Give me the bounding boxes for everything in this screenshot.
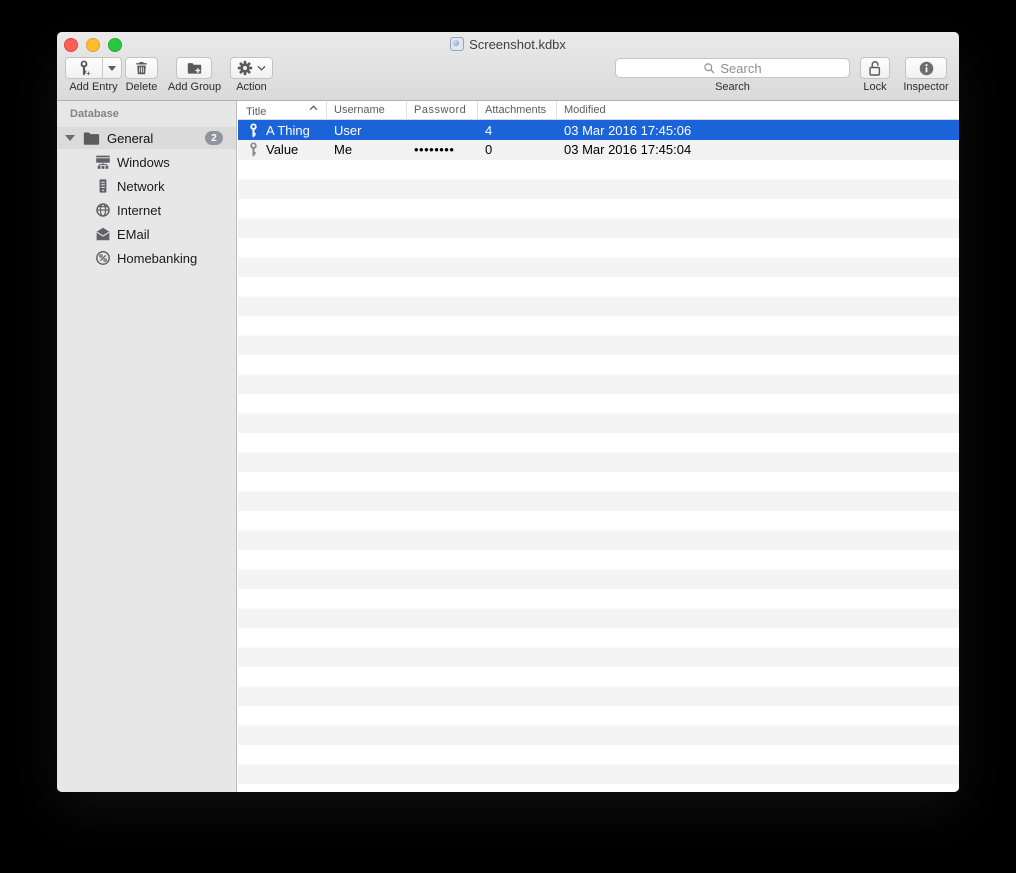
sidebar-group-label: General [107, 130, 154, 146]
search-label: Search [715, 81, 750, 93]
column-header-modified[interactable]: Modified [557, 101, 959, 119]
unlocked-padlock-icon [869, 60, 881, 76]
inspector-label: Inspector [903, 81, 949, 93]
entry-attachments: 0 [485, 142, 493, 158]
table-header: Title Username Password Attachments Modi… [238, 101, 959, 120]
sidebar-item-label: Homebanking [117, 250, 198, 266]
delete-label: Delete [125, 81, 158, 93]
trash-icon [136, 62, 147, 75]
entry-username: User [334, 122, 362, 138]
action-label: Action [236, 81, 267, 93]
column-header-title[interactable]: Title [238, 101, 327, 119]
entry-password: •••••••• [414, 142, 455, 158]
entry-table: Title Username Password Attachments Modi… [238, 101, 959, 792]
sidebar-item-label: EMail [117, 226, 150, 242]
key-plus-icon [66, 60, 102, 76]
entry-modified: 03 Mar 2016 17:45:06 [564, 122, 692, 138]
table-row-selected[interactable]: A Thing User 4 03 Mar 2016 17:45:06 [238, 120, 959, 140]
sidebar-item-label: Windows [117, 154, 170, 170]
empty-row-stripes [238, 159, 959, 792]
window-chrome: Screenshot.kdbx Add Entry Delete Add Gro… [57, 32, 959, 101]
globe-icon [96, 203, 110, 217]
sidebar-item-homebanking[interactable]: Homebanking [57, 246, 236, 270]
entry-title: Value [266, 142, 299, 158]
search-input[interactable]: Search [615, 58, 850, 78]
key-icon [250, 123, 257, 138]
sidebar-item-label: Network [117, 178, 165, 194]
entry-username: Me [334, 142, 353, 158]
lock-label: Lock [863, 81, 887, 93]
document-proxy-icon [450, 37, 465, 51]
entry-attachments: 4 [485, 122, 493, 138]
entry-count-badge: 2 [205, 131, 223, 145]
key-icon [250, 142, 257, 157]
sidebar-group-general[interactable]: General 2 [57, 127, 236, 149]
info-icon [919, 61, 933, 75]
window-title: Screenshot.kdbx [469, 36, 566, 52]
folder-icon [83, 132, 100, 145]
column-header-username[interactable]: Username [327, 101, 407, 119]
titlebar: Screenshot.kdbx [57, 36, 959, 52]
sidebar-item-windows[interactable]: Windows [57, 150, 236, 174]
sidebar-header: Database [70, 108, 119, 120]
disclosure-triangle-icon[interactable] [65, 135, 75, 141]
entry-title: A Thing [266, 122, 310, 138]
search-icon [704, 62, 715, 73]
sidebar-item-email[interactable]: EMail [57, 222, 236, 246]
sidebar: Database General 2 Windows Network Inter… [57, 101, 237, 792]
chevron-down-icon [257, 65, 266, 71]
search-placeholder: Search [720, 60, 762, 76]
windows-network-icon [96, 155, 110, 169]
inspector-button[interactable] [905, 57, 947, 79]
app-window: Screenshot.kdbx Add Entry Delete Add Gro… [57, 32, 959, 792]
column-header-password[interactable]: Password [407, 101, 478, 119]
add-group-button[interactable] [176, 57, 212, 79]
entry-modified: 03 Mar 2016 17:45:04 [564, 142, 692, 158]
sidebar-item-internet[interactable]: Internet [57, 198, 236, 222]
lock-button[interactable] [860, 57, 890, 79]
folder-plus-icon [187, 63, 201, 74]
sidebar-item-network[interactable]: Network [57, 174, 236, 198]
dropdown-arrow-icon [108, 65, 117, 71]
action-button[interactable] [230, 57, 273, 79]
table-row[interactable]: Value Me •••••••• 0 03 Mar 2016 17:45:04 [238, 140, 959, 160]
sidebar-item-label: Internet [117, 202, 162, 218]
gear-icon [237, 60, 253, 76]
sort-ascending-icon [309, 105, 318, 111]
add-entry-button[interactable] [65, 57, 122, 79]
column-header-attachments[interactable]: Attachments [478, 101, 557, 119]
percent-icon [96, 251, 110, 265]
server-icon [99, 179, 107, 193]
delete-button[interactable] [125, 57, 158, 79]
add-group-label: Add Group [167, 81, 222, 93]
add-entry-label: Add Entry [69, 81, 118, 93]
envelope-icon [96, 227, 110, 241]
add-entry-dropdown[interactable] [103, 65, 121, 71]
